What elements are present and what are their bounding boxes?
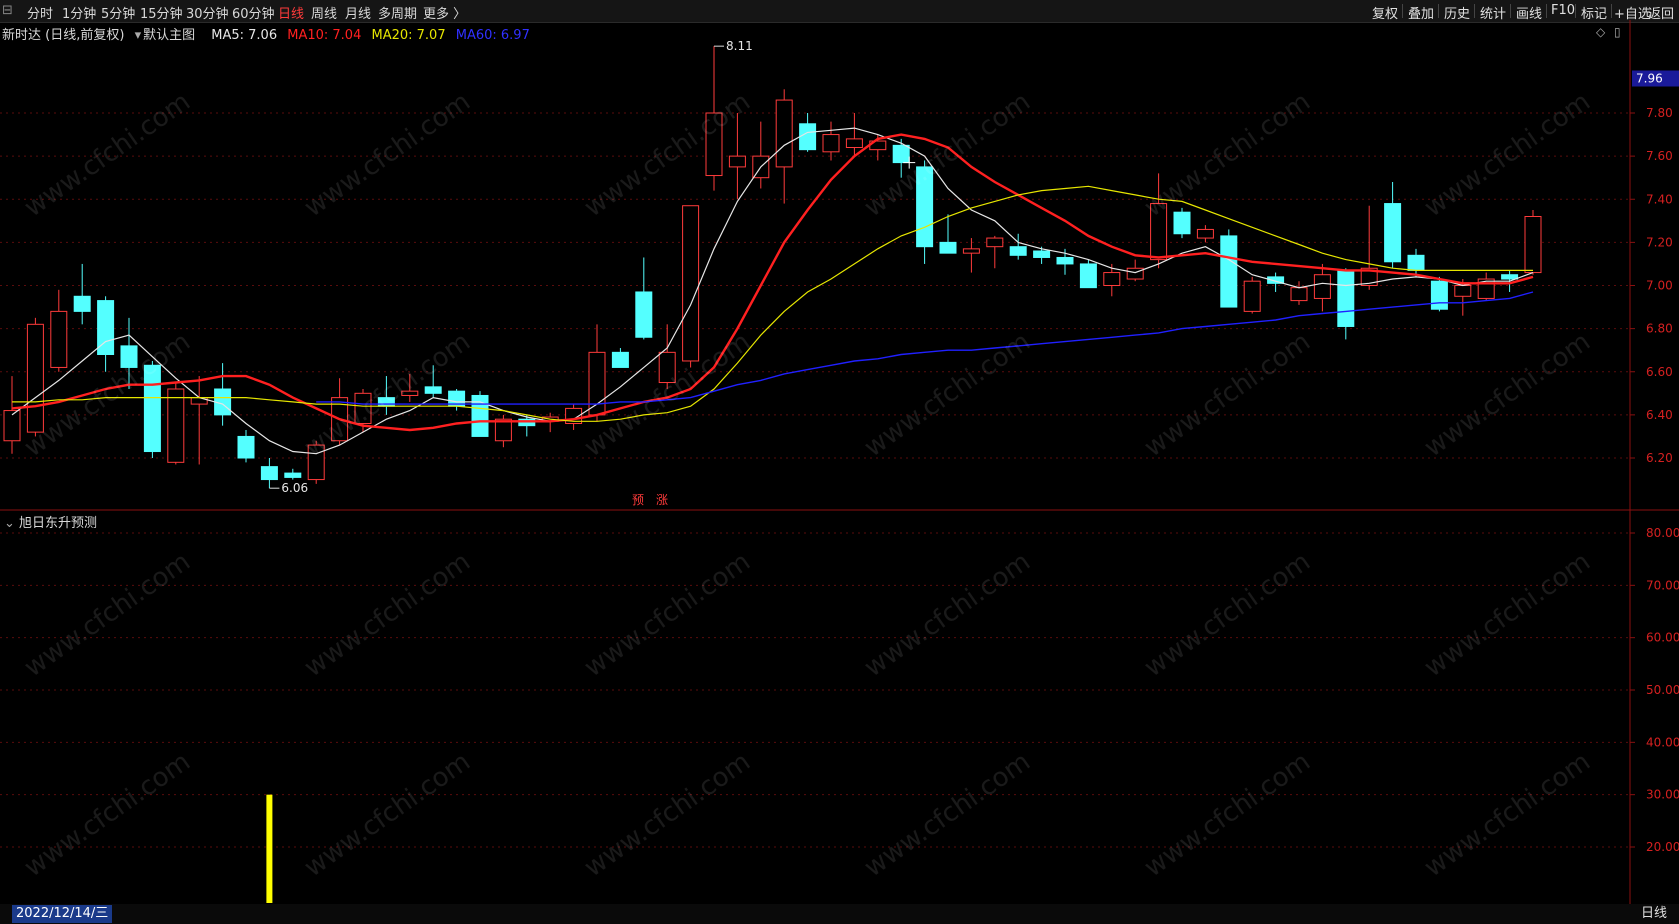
ma-line-ma20	[12, 185, 1533, 422]
candle-body	[1173, 211, 1191, 235]
y-tick-label: 6.20	[1646, 451, 1673, 465]
y-tick-label: 7.00	[1646, 279, 1673, 293]
candle-body	[1337, 269, 1355, 327]
candle-body	[260, 466, 278, 481]
y-tick-label: 6.40	[1646, 408, 1673, 422]
candle-body	[682, 205, 700, 362]
high-price-label: 8.11	[726, 39, 753, 53]
candle-body	[799, 123, 817, 151]
candle-body	[1501, 274, 1519, 280]
low-price-label: 6.06	[281, 481, 308, 495]
candle-body	[1290, 287, 1308, 302]
candle-body	[588, 351, 606, 416]
y-tick-label: 7.20	[1646, 235, 1673, 249]
separator	[1575, 4, 1576, 18]
separator	[1611, 4, 1612, 18]
current-price-label: 7.96	[1636, 72, 1663, 86]
candle-body	[962, 248, 980, 254]
candle-body	[775, 99, 793, 168]
candle-body	[1056, 256, 1074, 265]
separator	[1546, 4, 1547, 18]
candle-body	[939, 241, 957, 254]
candle-body	[1103, 272, 1121, 286]
separator	[1402, 4, 1403, 18]
y-tick-label: 6.80	[1646, 322, 1673, 336]
candle-body	[1079, 263, 1097, 289]
signal-label-zhang: 涨	[656, 492, 668, 507]
status-bar	[0, 904, 1679, 924]
period-mode-label: 日线	[1640, 906, 1667, 921]
candle-body	[728, 155, 746, 168]
separator	[1438, 4, 1439, 18]
candle-body	[1196, 228, 1214, 239]
indicator-panel-title[interactable]: ⌄ 旭日东升预测	[4, 512, 97, 531]
ma-line-ma10	[11, 133, 1534, 432]
y-tick-label: 7.60	[1646, 149, 1673, 163]
candle-body	[892, 144, 910, 164]
indicator-bar	[266, 794, 273, 903]
candle-body	[1126, 267, 1144, 280]
candle-body	[26, 323, 44, 433]
candle-body	[284, 472, 302, 478]
y-tick-label: 7.80	[1646, 106, 1673, 120]
candle-body	[1430, 280, 1448, 310]
kline-chart[interactable]: 7.80 7.60 7.40 7.20 7.00 6.80 6.60 6.40 6.20 7.96…	[0, 20, 1679, 904]
f10-button[interactable]: F10	[1551, 3, 1575, 18]
candle-body	[1313, 274, 1331, 299]
separator	[1510, 4, 1511, 18]
indicator-y-tick-label: 40.00	[1646, 735, 1679, 749]
candle-body	[237, 435, 255, 459]
cursor-date: 2022/12/14/三	[12, 905, 113, 923]
candle-body	[1524, 216, 1542, 274]
signal-label-yu: 预	[632, 493, 644, 507]
candle-body	[1033, 250, 1051, 258]
candle-body	[845, 138, 863, 148]
candle-body	[611, 351, 629, 368]
indicator-y-tick-label: 30.00	[1646, 788, 1679, 802]
candle-body	[167, 388, 185, 463]
separator	[1474, 4, 1475, 18]
chevron-down-icon: ⌄	[4, 516, 15, 531]
y-tick-label: 6.60	[1646, 365, 1673, 379]
candle-body	[73, 295, 91, 312]
candle-body	[986, 237, 1004, 248]
candle-body	[3, 410, 21, 442]
indicator-y-tick-label: 60.00	[1646, 631, 1679, 645]
candle-body	[1384, 203, 1402, 263]
indicator-y-tick-label: 20.00	[1646, 840, 1679, 854]
candle-body	[1454, 285, 1472, 297]
candle-body	[424, 386, 442, 394]
candle-body	[1009, 246, 1027, 256]
collapse-icon[interactable]: ⊟	[2, 3, 13, 18]
indicator-y-tick-label: 50.00	[1646, 683, 1679, 697]
candle-body	[50, 310, 68, 368]
candle-body	[1243, 280, 1261, 312]
candle-body	[1407, 254, 1425, 271]
indicator-y-tick-label: 70.00	[1646, 578, 1679, 592]
candle-body	[1220, 235, 1238, 308]
y-tick-label: 7.40	[1646, 192, 1673, 206]
indicator-title: 旭日东升预测	[19, 516, 98, 531]
indicator-y-tick-label: 80.00	[1646, 526, 1679, 540]
candle-body	[822, 134, 840, 153]
candle-body	[635, 291, 653, 338]
